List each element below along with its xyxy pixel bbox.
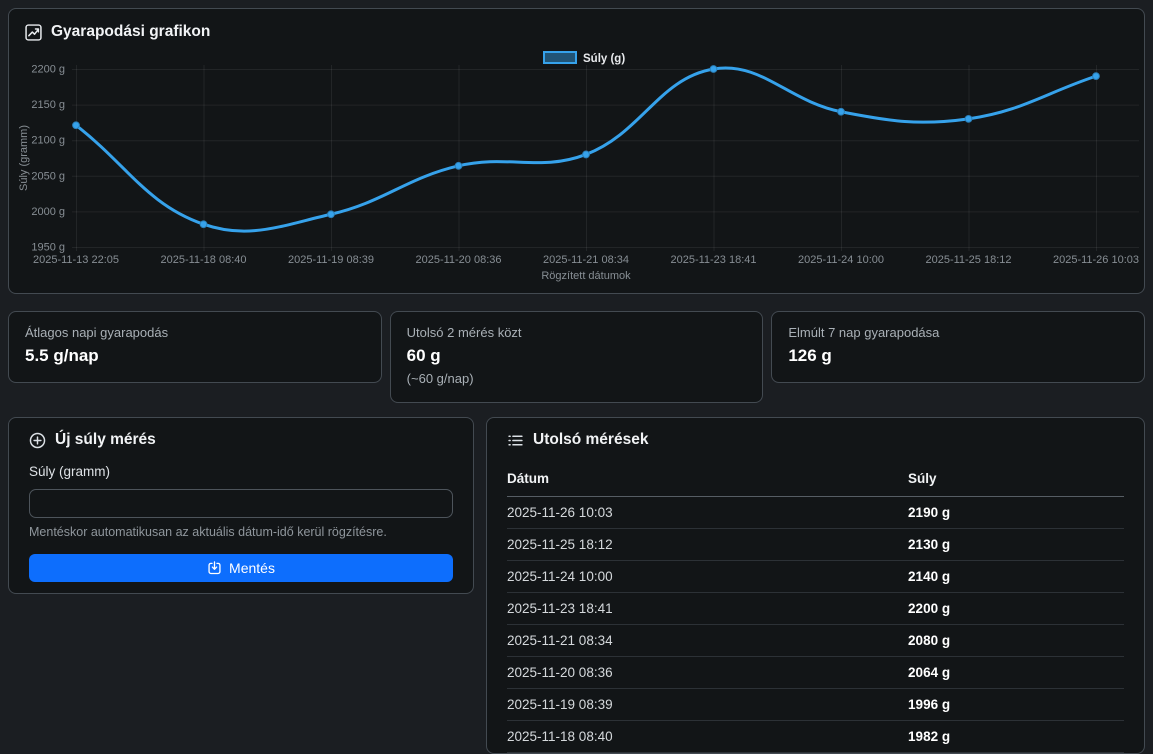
growth-chart-card: Gyarapodási grafikon 1950 g 2000 g 2050 g 2… (8, 8, 1145, 294)
measurement-weight: 2080 g (908, 625, 1124, 657)
stats-row: Átlagos napi gyarapodás 5.5 g/nap Utolsó… (8, 311, 1145, 403)
legend-label: Súly (g) (583, 53, 625, 65)
svg-text:2050 g: 2050 g (31, 170, 65, 182)
last-measurements-card: Utolsó mérések Dátum Súly 2025-11-26 10:… (486, 417, 1145, 754)
svg-text:2025-11-24 10:00: 2025-11-24 10:00 (798, 254, 884, 266)
table-row: 2025-11-20 08:362064 g (507, 657, 1124, 689)
svg-text:2025-11-18 08:40: 2025-11-18 08:40 (160, 254, 246, 266)
weight-field-label: Súly (gramm) (29, 464, 453, 479)
new-measurement-card: Új súly mérés Súly (gramm) Mentéskor aut… (8, 417, 474, 594)
stat-card-last-seven-days-gain: Elmúlt 7 nap gyarapodása 126 g (771, 311, 1145, 383)
table-header-row: Dátum Súly (507, 462, 1124, 497)
data-point[interactable] (1093, 73, 1100, 80)
measurement-weight: 2190 g (908, 497, 1124, 529)
measurement-weight: 1996 g (908, 689, 1124, 721)
measurement-weight: 2130 g (908, 529, 1124, 561)
table-row: 2025-11-23 18:412200 g (507, 593, 1124, 625)
list-icon (507, 432, 524, 449)
measurement-date: 2025-11-18 08:40 (507, 721, 908, 753)
svg-text:2025-11-13 22:05: 2025-11-13 22:05 (33, 254, 119, 266)
svg-text:2025-11-25 18:12: 2025-11-25 18:12 (925, 254, 1011, 266)
data-point[interactable] (73, 122, 80, 129)
svg-text:2025-11-23 18:41: 2025-11-23 18:41 (670, 254, 756, 266)
graph-up-icon (25, 24, 42, 41)
svg-text:2025-11-26 10:03: 2025-11-26 10:03 (1053, 254, 1139, 266)
measurement-weight: 2140 g (908, 561, 1124, 593)
autosave-hint: Mentéskor automatikusan az aktuális dátu… (29, 525, 453, 539)
measurement-weight: 2064 g (908, 657, 1124, 689)
table-card-title: Utolsó mérések (507, 431, 1124, 449)
svg-text:2100 g: 2100 g (31, 135, 65, 147)
x-axis-title: Rögzített dátumok (541, 270, 631, 282)
table-row: 2025-11-24 10:002140 g (507, 561, 1124, 593)
legend-swatch (544, 52, 576, 63)
data-point[interactable] (200, 221, 207, 228)
table-row: 2025-11-18 08:401982 g (507, 721, 1124, 753)
measurement-date: 2025-11-21 08:34 (507, 625, 908, 657)
table-row: 2025-11-25 18:122130 g (507, 529, 1124, 561)
measurement-date: 2025-11-26 10:03 (507, 497, 908, 529)
stat-card-last-two-measurements: Utolsó 2 mérés közt 60 g (~60 g/nap) (390, 311, 764, 403)
data-point[interactable] (583, 151, 590, 158)
svg-text:2025-11-19 08:39: 2025-11-19 08:39 (288, 254, 374, 266)
svg-text:2200 g: 2200 g (31, 64, 65, 76)
chart-card-title: Gyarapodási grafikon (25, 23, 210, 41)
table-row: 2025-11-19 08:391996 g (507, 689, 1124, 721)
table-row: 2025-11-26 10:032190 g (507, 497, 1124, 529)
table-title-label: Utolsó mérések (533, 431, 648, 449)
weight-input[interactable] (29, 489, 453, 518)
stat-value: 126 g (788, 344, 1128, 368)
chart-legend[interactable]: Súly (g) (544, 52, 625, 65)
data-point[interactable] (710, 66, 717, 73)
measurement-weight: 1982 g (908, 721, 1124, 753)
measurement-weight: 2200 g (908, 593, 1124, 625)
stat-subvalue: (~60 g/nap) (407, 370, 747, 388)
measurement-date: 2025-11-19 08:39 (507, 689, 908, 721)
data-point[interactable] (455, 162, 462, 169)
y-axis-title: Súly (gramm) (18, 125, 30, 191)
bottom-row: Új súly mérés Súly (gramm) Mentéskor aut… (8, 417, 1145, 754)
save-button-label: Mentés (229, 560, 275, 576)
measurement-date: 2025-11-20 08:36 (507, 657, 908, 689)
stat-value: 60 g (407, 344, 747, 368)
measurement-date: 2025-11-23 18:41 (507, 593, 908, 625)
table-row: 2025-11-21 08:342080 g (507, 625, 1124, 657)
gridlines (72, 65, 1139, 251)
data-point[interactable] (838, 108, 845, 115)
stat-label: Utolsó 2 mérés közt (407, 324, 747, 341)
stat-label: Átlagos napi gyarapodás (25, 324, 365, 341)
measurement-date: 2025-11-24 10:00 (507, 561, 908, 593)
measurement-date: 2025-11-25 18:12 (507, 529, 908, 561)
stat-label: Elmúlt 7 nap gyarapodása (788, 324, 1128, 341)
data-point[interactable] (328, 211, 335, 218)
svg-text:2025-11-21 08:34: 2025-11-21 08:34 (543, 254, 629, 266)
svg-text:1950 g: 1950 g (31, 242, 65, 254)
stat-value: 5.5 g/nap (25, 344, 365, 368)
data-point[interactable] (965, 115, 972, 122)
plus-circle-icon (29, 432, 46, 449)
chart-title-label: Gyarapodási grafikon (51, 23, 210, 41)
svg-text:2000 g: 2000 g (31, 206, 65, 218)
weight-dashboard: Gyarapodási grafikon 1950 g 2000 g 2050 g 2… (0, 0, 1153, 723)
svg-text:2025-11-20 08:36: 2025-11-20 08:36 (415, 254, 501, 266)
stat-card-average-daily-gain: Átlagos napi gyarapodás 5.5 g/nap (8, 311, 382, 383)
weight-line-chart: 1950 g 2000 g 2050 g 2100 g 2150 g 2200 g 2025… (9, 9, 1144, 293)
x-axis: 2025-11-13 22:05 2025-11-18 08:40 2025-11-… (33, 254, 1139, 266)
save-icon (207, 561, 222, 576)
form-title-label: Új súly mérés (55, 431, 156, 449)
svg-text:2150 g: 2150 g (31, 99, 65, 111)
form-card-title: Új súly mérés (29, 431, 453, 449)
measurements-table: Dátum Súly 2025-11-26 10:032190 g2025-11… (507, 462, 1124, 753)
column-header-weight: Súly (908, 462, 1124, 497)
column-header-date: Dátum (507, 462, 908, 497)
y-axis: 1950 g 2000 g 2050 g 2100 g 2150 g 2200 g (31, 64, 65, 254)
save-button[interactable]: Mentés (29, 554, 453, 582)
